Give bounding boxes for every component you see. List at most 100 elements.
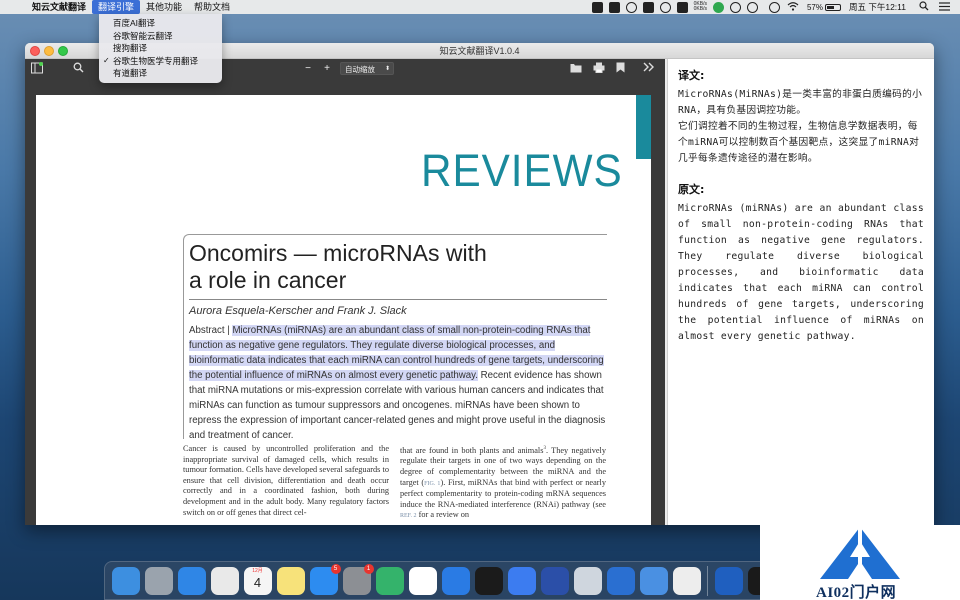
launchpad-icon[interactable] <box>144 566 173 595</box>
cloud-drive-icon[interactable] <box>441 566 470 595</box>
calendar-month: 12月 <box>252 567 263 574</box>
calendar-day: 4 <box>253 574 262 590</box>
tray-box-icon[interactable] <box>642 1 654 13</box>
pdf-pane: − + 自动缩放 ⬍ REVIEWS Oncomirs — microRNAs … <box>25 59 665 525</box>
menu-clock[interactable]: 周五 下午12:11 <box>849 1 906 13</box>
menu-list-icon[interactable] <box>939 1 950 13</box>
dock-separator <box>707 565 708 596</box>
chrome-icon[interactable] <box>210 566 239 595</box>
battery-icon[interactable]: 57% <box>807 3 841 12</box>
menu-translation-engine[interactable]: 翻译引擎 <box>92 0 141 14</box>
feishu-icon[interactable] <box>507 566 536 595</box>
play-icon[interactable] <box>375 566 404 595</box>
tray-doc-icon[interactable] <box>676 1 688 13</box>
notification-badge: 1 <box>363 563 374 574</box>
notes-icon[interactable] <box>276 566 305 595</box>
menu-bar: 知云文献翻译 翻译引擎 其他功能 帮助文档 0KB/s 0KB/s 57% 周五… <box>0 0 960 14</box>
menu-bar-tray: 0KB/s 0KB/s 57% 周五 下午12:11 <box>589 0 960 14</box>
zoom-select[interactable]: 自动缩放 ⬍ <box>340 62 394 75</box>
engine-item-label: 有道翻译 <box>113 68 148 78</box>
zoom-in-button[interactable]: + <box>320 62 334 76</box>
translated-text[interactable]: MicroRNAs(MiRNAs)是一类丰富的非蛋白质编码的小RNA，具有负基因… <box>678 87 924 167</box>
search-icon[interactable] <box>73 62 89 76</box>
body-right-text-d: for a review on <box>416 510 470 520</box>
bookmark-icon[interactable] <box>616 62 630 76</box>
engine-item-label: 百度AI翻译 <box>113 18 156 28</box>
sidebar-toggle-icon[interactable] <box>31 62 47 76</box>
battery-percent: 57% <box>806 2 823 12</box>
wechat-icon[interactable] <box>659 1 671 13</box>
boxes-icon[interactable] <box>606 566 635 595</box>
zoom-out-button[interactable]: − <box>301 62 315 76</box>
article-title-line2: a role in cancer <box>189 267 347 293</box>
calendar-icon[interactable]: 12月 4 <box>243 566 272 595</box>
engine-item-sogou[interactable]: 搜狗翻译 <box>99 42 222 55</box>
abstract-block[interactable]: Abstract | MicroRNAs (miRNAs) are an abu… <box>189 323 607 443</box>
pdf-viewer[interactable]: REVIEWS Oncomirs — microRNAs with a role… <box>25 79 665 525</box>
search-icon[interactable] <box>919 1 929 13</box>
menu-help-docs[interactable]: 帮助文档 <box>188 0 236 14</box>
more-tools-icon[interactable] <box>643 62 659 76</box>
engine-item-google-cloud[interactable]: 谷歌智能云翻译 <box>99 30 222 43</box>
wechat-green-icon[interactable] <box>712 1 724 13</box>
engine-item-youdao[interactable]: 有道翻译 <box>99 67 222 80</box>
zhiyun-icon[interactable] <box>540 566 569 595</box>
app-window: 知云文献翻译V1.0.4 − + 自动缩放 ⬍ REVIEWS Oncomirs… <box>25 43 934 525</box>
qq-icon[interactable] <box>639 566 668 595</box>
translation-pane[interactable]: 译文: MicroRNAs(MiRNAs)是一类丰富的非蛋白质编码的小RNA，具… <box>667 59 934 525</box>
check-icon: ✓ <box>103 55 110 65</box>
reviews-accent-gap <box>623 95 636 187</box>
pdf-page: REVIEWS Oncomirs — microRNAs with a role… <box>36 95 651 525</box>
engine-item-label: 搜狗翻译 <box>113 43 148 53</box>
engine-item-google-biomedical[interactable]: ✓ 谷歌生物医学专用翻译 <box>99 55 222 68</box>
original-heading: 原文: <box>678 183 705 196</box>
dock: 12月 4 5 1 <box>104 561 780 600</box>
cloud-sync-icon[interactable] <box>625 1 637 13</box>
finder-icon[interactable] <box>111 566 140 595</box>
reviews-accent-bar <box>636 95 651 159</box>
shadowsocks-icon[interactable] <box>714 566 743 595</box>
article-title: Oncomirs — microRNAs with a role in canc… <box>189 240 609 294</box>
battery-fill <box>826 5 834 9</box>
battery-cell <box>824 3 841 11</box>
textedit-icon[interactable] <box>672 566 701 595</box>
abstract-label: Abstract | <box>189 325 233 336</box>
netspeed-icon[interactable]: 0KB/s 0KB/s <box>693 1 707 13</box>
preview-icon[interactable] <box>573 566 602 595</box>
figure-link[interactable]: FIG. 1 <box>424 481 440 487</box>
translated-heading: 译文: <box>678 69 705 82</box>
menu-app-name[interactable]: 知云文献翻译 <box>26 0 92 14</box>
translation-engine-menu: 百度AI翻译 谷歌智能云翻译 搜狗翻译 ✓ 谷歌生物医学专用翻译 有道翻译 <box>99 14 222 83</box>
notification-badge: 5 <box>330 563 341 574</box>
wifi-icon[interactable] <box>787 1 799 13</box>
zoom-select-value: 自动缩放 <box>345 65 375 74</box>
chevron-updown-icon: ⬍ <box>384 66 390 72</box>
article-title-line1: Oncomirs — microRNAs with <box>189 240 487 266</box>
open-file-icon[interactable] <box>570 62 586 76</box>
reference-link[interactable]: REF. 2 <box>400 513 417 519</box>
menu-other-functions[interactable]: 其他功能 <box>140 0 188 14</box>
app-store-icon[interactable]: 5 <box>309 563 341 595</box>
netspeed-down: 0KB/s <box>693 6 707 12</box>
body-column-right: that are found in both plants and animal… <box>400 444 606 522</box>
body-right-text-a: that are found in both plants and animal… <box>400 445 544 455</box>
360-icon[interactable] <box>746 1 758 13</box>
engine-item-label: 谷歌智能云翻译 <box>113 30 173 41</box>
engine-item-baidu-ai[interactable]: 百度AI翻译 <box>99 17 222 30</box>
system-preferences-icon[interactable]: 1 <box>342 563 374 595</box>
print-icon[interactable] <box>593 62 609 76</box>
xmind-icon[interactable] <box>474 566 503 595</box>
grid-icon[interactable] <box>608 1 620 13</box>
engine-item-label: 谷歌生物医学专用翻译 <box>113 55 199 66</box>
vpn-icon[interactable] <box>729 1 741 13</box>
translation-spacer <box>678 167 924 181</box>
safari-icon[interactable] <box>177 566 206 595</box>
article-authors: Aurora Esquela-Kerscher and Frank J. Sla… <box>189 305 407 317</box>
watermark: AI02门户网 <box>760 525 960 600</box>
original-text[interactable]: MicroRNAs (miRNAs) are an abundant class… <box>678 201 924 345</box>
record-icon[interactable] <box>591 1 603 13</box>
section-heading: REVIEWS <box>421 145 623 196</box>
watermark-logo-icon <box>820 527 900 579</box>
baidu-netdisk-icon[interactable] <box>408 566 437 595</box>
time-machine-icon[interactable] <box>768 1 780 13</box>
